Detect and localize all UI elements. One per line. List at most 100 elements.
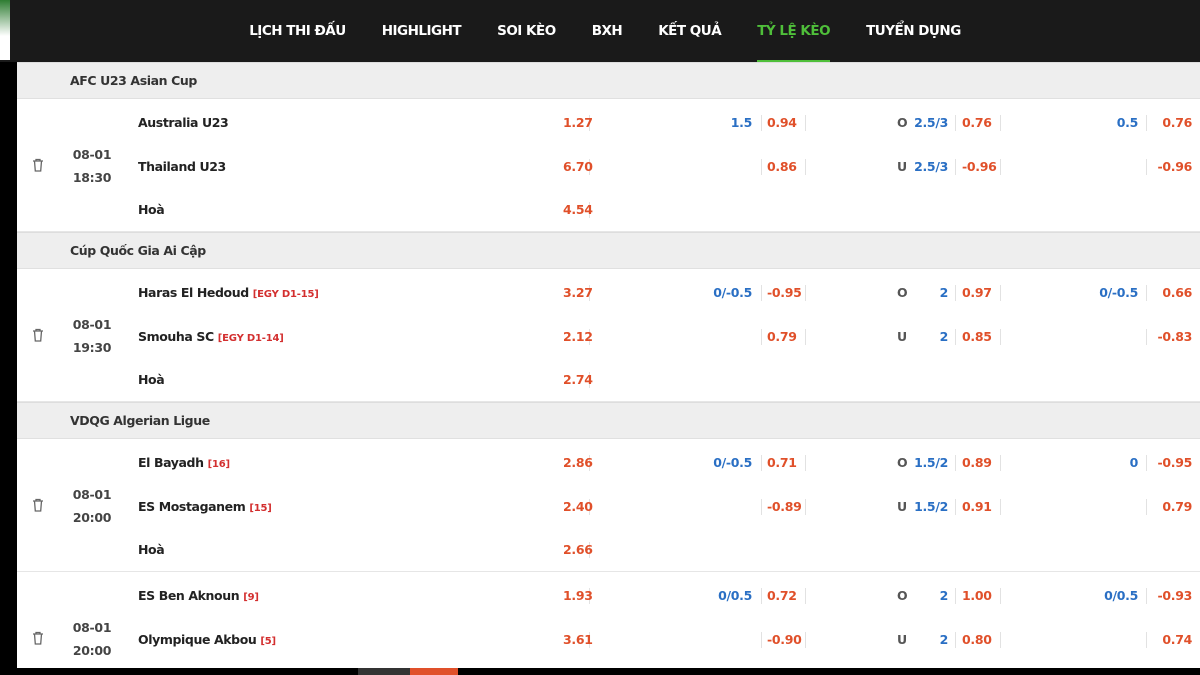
nav-item-bxh[interactable]: BXH bbox=[574, 0, 641, 62]
ou-odds[interactable]: 0.85 bbox=[962, 325, 1002, 349]
handicap-odds[interactable]: 0.72 bbox=[767, 584, 805, 608]
home-team-row: Haras El Hedoud [EGY D1-15] 3.27 0/-0.5 -0.9… bbox=[17, 281, 1200, 305]
league-name: AFC U23 Asian Cup bbox=[70, 73, 197, 88]
divider bbox=[1146, 499, 1147, 515]
match-row: 08-01 19:30 Haras El Hedoud [EGY D1-15] 3.27… bbox=[17, 269, 1200, 402]
team-label: ES Mostaganem bbox=[138, 499, 246, 514]
ou-odds[interactable]: 0.97 bbox=[962, 281, 1002, 305]
odds-1x2[interactable]: 2.12 bbox=[563, 329, 593, 345]
ou-odds[interactable]: -0.96 bbox=[962, 155, 1002, 179]
ou-line: 2 bbox=[939, 285, 949, 300]
away-team-row: Olympique Akbou [5] 3.61 -0.90 U 2 0.80 0.74 bbox=[17, 628, 1200, 652]
divider bbox=[1000, 588, 1001, 604]
half-handicap-odds[interactable]: -0.83 bbox=[1152, 325, 1192, 349]
team-name[interactable]: ES Mostaganem [15] bbox=[138, 495, 272, 521]
team-rank: [9] bbox=[243, 592, 259, 603]
ou-line: 2 bbox=[939, 632, 949, 647]
ou-label: O bbox=[897, 115, 908, 130]
ou-label: O bbox=[897, 455, 908, 470]
team-rank: [5] bbox=[260, 636, 276, 647]
home-team-row: ES Ben Aknoun [9] 1.93 0/0.5 0.72 O 2 1.00 0/0.5… bbox=[17, 584, 1200, 608]
away-team-row: Thailand U23 6.70 0.86 U 2.5/3 -0.96 -0.96 bbox=[17, 155, 1200, 179]
top-navigation: LỊCH THI ĐẤU HIGHLIGHT SOI KÈO BXH KẾT Q… bbox=[0, 0, 1200, 62]
odds-draw[interactable]: 2.66 bbox=[563, 542, 593, 558]
handicap-odds[interactable]: -0.95 bbox=[767, 281, 805, 305]
odds-1x2[interactable]: 3.27 bbox=[563, 285, 593, 301]
home-team-row: El Bayadh [16] 2.86 0/-0.5 0.71 O 1.5/2 0.89 0 -0… bbox=[17, 451, 1200, 475]
draw-row: Hoà 4.54 bbox=[17, 198, 1200, 222]
team-label: Olympique Akbou bbox=[138, 632, 257, 647]
team-label: Thailand U23 bbox=[138, 159, 226, 174]
odds-draw[interactable]: 2.74 bbox=[563, 372, 593, 388]
divider bbox=[805, 588, 806, 604]
team-name[interactable]: Smouha SC [EGY D1-14] bbox=[138, 325, 284, 351]
scrollbar-thumb[interactable] bbox=[410, 668, 458, 675]
divider bbox=[955, 115, 956, 131]
nav-item-tuyen-dung[interactable]: TUYỂN DỤNG bbox=[848, 0, 979, 62]
odds-1x2[interactable]: 1.93 bbox=[563, 588, 593, 604]
team-label: Smouha SC bbox=[138, 329, 214, 344]
divider bbox=[805, 455, 806, 471]
odds-1x2[interactable]: 3.61 bbox=[563, 632, 593, 648]
handicap-odds[interactable]: 0.79 bbox=[767, 325, 805, 349]
half-handicap-odds[interactable]: -0.93 bbox=[1152, 584, 1192, 608]
nav-item-ket-qua[interactable]: KẾT QUẢ bbox=[640, 0, 739, 62]
ou-label: U bbox=[897, 632, 907, 647]
handicap-odds[interactable]: -0.89 bbox=[767, 495, 805, 519]
handicap-odds[interactable]: 0.86 bbox=[767, 155, 805, 179]
half-handicap-odds[interactable]: 0.79 bbox=[1152, 495, 1192, 519]
team-name[interactable]: Haras El Hedoud [EGY D1-15] bbox=[138, 281, 319, 307]
nav-item-soi-keo[interactable]: SOI KÈO bbox=[479, 0, 574, 62]
team-label: ES Ben Aknoun bbox=[138, 588, 240, 603]
divider bbox=[761, 285, 762, 301]
team-name[interactable]: Thailand U23 bbox=[138, 155, 230, 181]
handicap-line: 0/-0.5 bbox=[713, 285, 752, 300]
odds-1x2[interactable]: 1.27 bbox=[563, 115, 593, 131]
half-handicap-odds[interactable]: 0.74 bbox=[1152, 628, 1192, 652]
match-row: 08-01 20:00 ES Ben Aknoun [9] 1.93 0/0.5 0.72 O… bbox=[17, 572, 1200, 668]
handicap-odds[interactable]: 0.71 bbox=[767, 451, 805, 475]
half-handicap-line: 0/-0.5 bbox=[1099, 285, 1138, 300]
draw-label: Hoà bbox=[138, 542, 165, 557]
away-team-row: ES Mostaganem [15] 2.40 -0.89 U 1.5/2 0.91 0.79 bbox=[17, 495, 1200, 519]
nav-item-lich-thi-dau[interactable]: LỊCH THI ĐẤU bbox=[231, 0, 363, 62]
odds-1x2[interactable]: 2.86 bbox=[563, 455, 593, 471]
team-name[interactable]: ES Ben Aknoun [9] bbox=[138, 584, 259, 610]
nav-item-highlight[interactable]: HIGHLIGHT bbox=[364, 0, 479, 62]
nav-menu: LỊCH THI ĐẤU HIGHLIGHT SOI KÈO BXH KẾT Q… bbox=[0, 0, 1200, 62]
divider bbox=[805, 285, 806, 301]
half-handicap-odds[interactable]: -0.96 bbox=[1152, 155, 1192, 179]
team-name[interactable]: Olympique Akbou [5] bbox=[138, 628, 276, 654]
half-handicap-odds[interactable]: 0.66 bbox=[1152, 281, 1192, 305]
odds-draw[interactable]: 4.54 bbox=[563, 202, 593, 218]
ou-line: 1.5/2 bbox=[914, 455, 948, 470]
ou-odds[interactable]: 0.91 bbox=[962, 495, 1002, 519]
odds-1x2[interactable]: 2.40 bbox=[563, 499, 593, 515]
ou-odds[interactable]: 1.00 bbox=[962, 584, 1002, 608]
draw-row: Hoà 2.66 bbox=[17, 538, 1200, 562]
half-handicap-odds[interactable]: 0.76 bbox=[1152, 111, 1192, 135]
handicap-odds[interactable]: -0.90 bbox=[767, 628, 805, 652]
match-row: 08-01 20:00 El Bayadh [16] 2.86 0/-0.5 0.71 O 1.… bbox=[17, 439, 1200, 572]
team-name[interactable]: Australia U23 bbox=[138, 111, 232, 137]
divider bbox=[955, 632, 956, 648]
ou-label: U bbox=[897, 159, 907, 174]
team-rank: [16] bbox=[207, 459, 230, 470]
ou-odds[interactable]: 0.89 bbox=[962, 451, 1002, 475]
ou-odds[interactable]: 0.76 bbox=[962, 111, 1002, 135]
match-row: 08-01 18:30 Australia U23 1.27 1.5 0.94 O 2.5/3… bbox=[17, 99, 1200, 232]
divider bbox=[1146, 329, 1147, 345]
league-name: Cúp Quốc Gia Ai Cập bbox=[70, 243, 206, 258]
divider bbox=[1000, 115, 1001, 131]
odds-1x2[interactable]: 6.70 bbox=[563, 159, 593, 175]
divider bbox=[1000, 455, 1001, 471]
team-name[interactable]: El Bayadh [16] bbox=[138, 451, 230, 477]
team-label: Haras El Hedoud bbox=[138, 285, 249, 300]
half-handicap-odds[interactable]: -0.95 bbox=[1152, 451, 1192, 475]
nav-item-ty-le-keo[interactable]: TỶ LỆ KÈO bbox=[739, 0, 848, 62]
ou-line: 2 bbox=[939, 588, 949, 603]
ou-label: U bbox=[897, 499, 907, 514]
handicap-odds[interactable]: 0.94 bbox=[767, 111, 805, 135]
handicap-line: 0/0.5 bbox=[718, 588, 752, 603]
ou-odds[interactable]: 0.80 bbox=[962, 628, 1002, 652]
